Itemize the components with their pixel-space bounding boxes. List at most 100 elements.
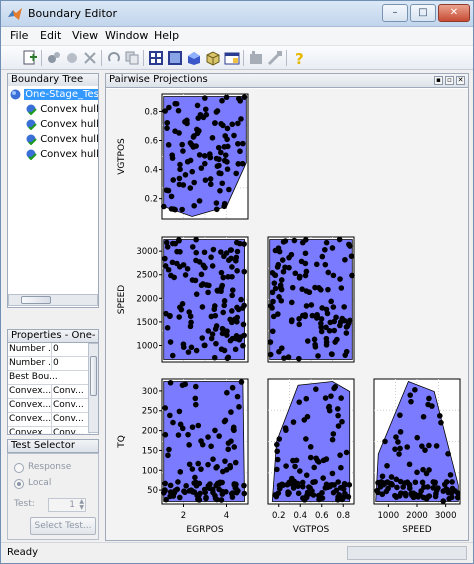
data-point [192,277,199,284]
data-point [301,417,308,423]
data-point [241,490,248,497]
boundary-icon[interactable] [247,49,265,67]
close-button[interactable]: ✕ [438,4,470,22]
help-icon[interactable]: ? [290,49,308,67]
data-point [341,304,347,310]
data-point [205,289,211,296]
data-point [208,335,215,342]
table-icon[interactable] [223,49,241,67]
data-point [273,493,280,500]
data-point [176,130,182,136]
projection-plot-6[interactable]: 1000 2000 3000SPEED [373,378,461,535]
data-point [170,419,176,426]
data-point [407,392,414,398]
properties-scroll-thumb[interactable] [90,356,97,396]
minimize-button[interactable]: – [382,4,408,22]
table-row: Best Bou... [8,371,90,385]
y-tick-label: 1000 [136,341,158,351]
pairwise-icon[interactable] [147,49,165,67]
response-radio[interactable] [14,463,24,473]
menu-view[interactable]: View [72,29,98,42]
x-axis-label: EGRPOS [186,525,223,535]
maximize-panel-icon[interactable]: ▫ [445,76,454,85]
projection-plot-3[interactable] [267,236,355,363]
local-radio[interactable] [14,479,24,489]
tree-item-convex-hull-vg[interactable]: Convex hull(VG [26,133,98,147]
redo-icon[interactable] [105,49,123,67]
tree-item-root[interactable]: One-Stage_TestPl [10,88,98,102]
cube-icon[interactable] [204,49,222,67]
data-point [189,466,196,472]
data-point [220,309,226,316]
maximize-button[interactable]: □ [410,4,436,22]
status-text: Ready [7,547,39,558]
data-point [232,459,239,466]
data-point [274,456,281,463]
stepper-arrows-icon[interactable]: ▲ ▼ [79,499,84,511]
data-point [389,482,395,488]
data-point [329,470,336,477]
tree-item-convex-hull-eg-2[interactable]: Convex hull(EG [26,148,98,162]
data-point [187,313,194,320]
data-point [221,201,228,208]
data-point [162,431,169,438]
data-point [234,268,240,274]
single-view-icon[interactable] [166,49,184,67]
data-point [228,490,235,497]
data-point [182,381,189,387]
projection-plot-2[interactable]: 1000 1500 2000 2500 3000 SPEED [117,236,249,363]
data-point [304,338,311,344]
data-point [419,479,426,486]
convex-hull-icon [26,104,37,115]
data-point [185,349,192,355]
paste-icon[interactable] [63,49,81,67]
data-point [188,344,195,351]
projection-plot-4[interactable]: 50 100 150 200 250 300 TQ 2 4EGRPOS [117,378,249,535]
data-point [209,263,216,269]
data-point [216,486,222,493]
tree-item-convex-hull-sp[interactable]: Convex hull(SP [26,103,98,117]
data-point [211,354,218,361]
data-point [175,432,182,438]
tree-item-convex-hull-eg[interactable]: Convex hull(EG [26,118,98,132]
data-point [229,264,235,270]
new-boundary-icon[interactable] [21,49,39,67]
delete-icon[interactable] [81,49,99,67]
properties-vertical-scrollbar[interactable] [88,343,98,433]
test-number-stepper[interactable]: 1 ▲ ▼ [48,498,86,512]
data-point [189,244,196,250]
data-point [216,433,222,439]
data-point [191,179,197,186]
menu-file[interactable]: File [10,29,28,42]
data-point [208,443,214,450]
data-point [267,351,274,358]
tree-horizontal-scrollbar[interactable] [8,294,98,306]
data-point [309,312,316,319]
data-point [320,457,327,464]
menu-edit[interactable]: Edit [40,29,61,42]
projection-plot-1[interactable]: 0.2 0.4 0.6 0.8 VGTPOS [117,93,249,220]
menu-window[interactable]: Window [105,29,148,42]
data-point [201,153,208,159]
data-point [330,431,337,437]
copy-icon[interactable] [123,49,141,67]
data-point [237,148,243,155]
projection-plot-5[interactable]: 0.2 0.4 0.6 0.8 VGTPOS [267,378,355,535]
x-tick-label: 2000 [406,511,428,521]
measure-icon[interactable] [266,49,284,67]
3d-view-icon[interactable] [185,49,203,67]
data-point [182,172,189,178]
undock-icon[interactable]: ▪ [434,76,443,85]
data-point [182,272,189,278]
data-point [296,399,303,405]
data-point [430,479,437,485]
menu-help[interactable]: Help [154,29,179,42]
add-point-icon[interactable] [45,49,63,67]
close-panel-icon[interactable]: ✕ [456,76,465,85]
tree-scroll-thumb[interactable] [21,296,51,304]
pairwise-projections-panel: Pairwise Projections ▪ ▫ ✕ 0.2 0.4 0.6 0.8 V… [105,73,469,541]
data-point [176,181,183,188]
select-test-button[interactable]: Select Test... [30,517,96,535]
data-point [343,449,350,456]
data-point [195,460,202,467]
